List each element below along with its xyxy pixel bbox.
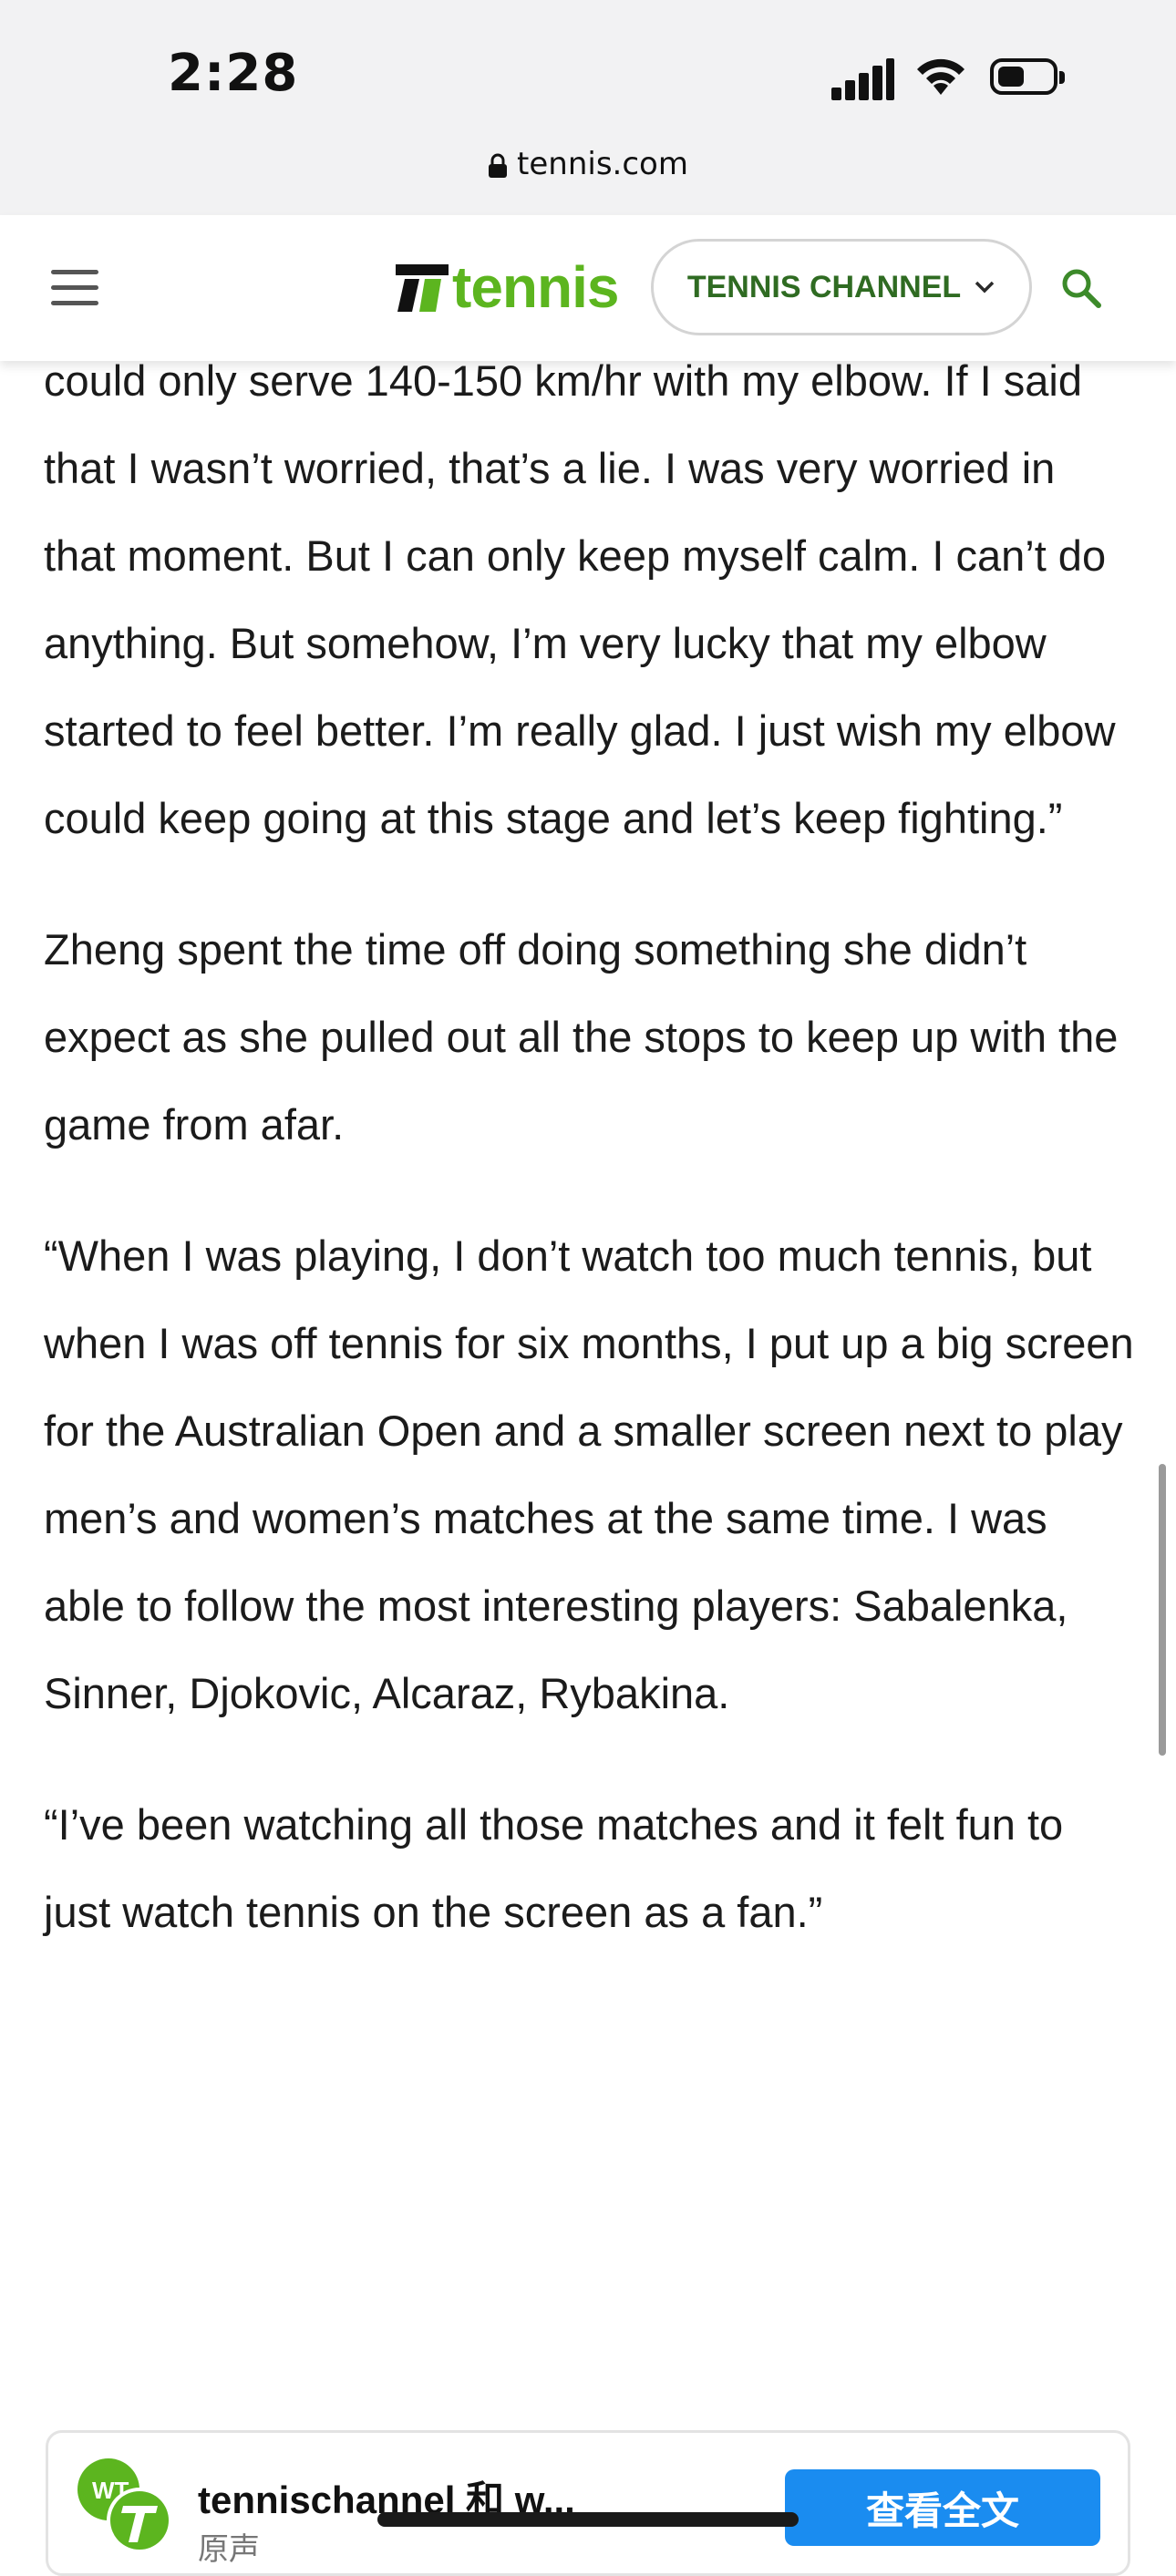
- app-share-card[interactable]: WT tennischannel 和 w... 原声 查看全文: [46, 2430, 1130, 2576]
- tennis-logo-mark-icon: [396, 264, 449, 312]
- article-body: could only serve 140-150 km/hr with my e…: [44, 337, 1138, 2000]
- article-paragraph: Zheng spent the time off doing something…: [44, 925, 1119, 1149]
- article-paragraph: could only serve 140-150 km/hr with my e…: [44, 356, 1116, 842]
- site-header: tennis TENNIS CHANNEL: [0, 215, 1176, 361]
- tennis-channel-label: TENNIS CHANNEL: [686, 269, 962, 304]
- article-paragraph: “I’ve been watching all those matches an…: [44, 1800, 1064, 1936]
- wifi-icon: [917, 58, 965, 95]
- article-paragraph: “When I was playing, I don’t watch too m…: [44, 1231, 1134, 1717]
- chevron-down-icon: [975, 281, 995, 294]
- scrollbar-thumb[interactable]: [1159, 1464, 1166, 1756]
- card-subtitle: 原声: [198, 2531, 260, 2568]
- hamburger-menu-icon[interactable]: [51, 270, 98, 306]
- cellular-signal-icon: [831, 58, 895, 100]
- status-time: 2:28: [168, 44, 299, 103]
- lock-icon: [489, 153, 508, 178]
- tennis-channel-dropdown[interactable]: TENNIS CHANNEL: [651, 239, 1032, 335]
- search-icon[interactable]: [1059, 266, 1103, 310]
- view-full-text-button[interactable]: 查看全文: [785, 2469, 1100, 2546]
- battery-icon: [990, 58, 1065, 95]
- logo-text: tennis: [452, 254, 619, 320]
- url-text: tennis.com: [517, 146, 688, 182]
- status-bar: 2:28 tennis.com: [0, 0, 1176, 217]
- home-indicator[interactable]: [377, 2512, 799, 2527]
- tennischannel-avatar-icon: WT: [77, 2458, 172, 2553]
- url-bar[interactable]: tennis.com: [0, 146, 1176, 182]
